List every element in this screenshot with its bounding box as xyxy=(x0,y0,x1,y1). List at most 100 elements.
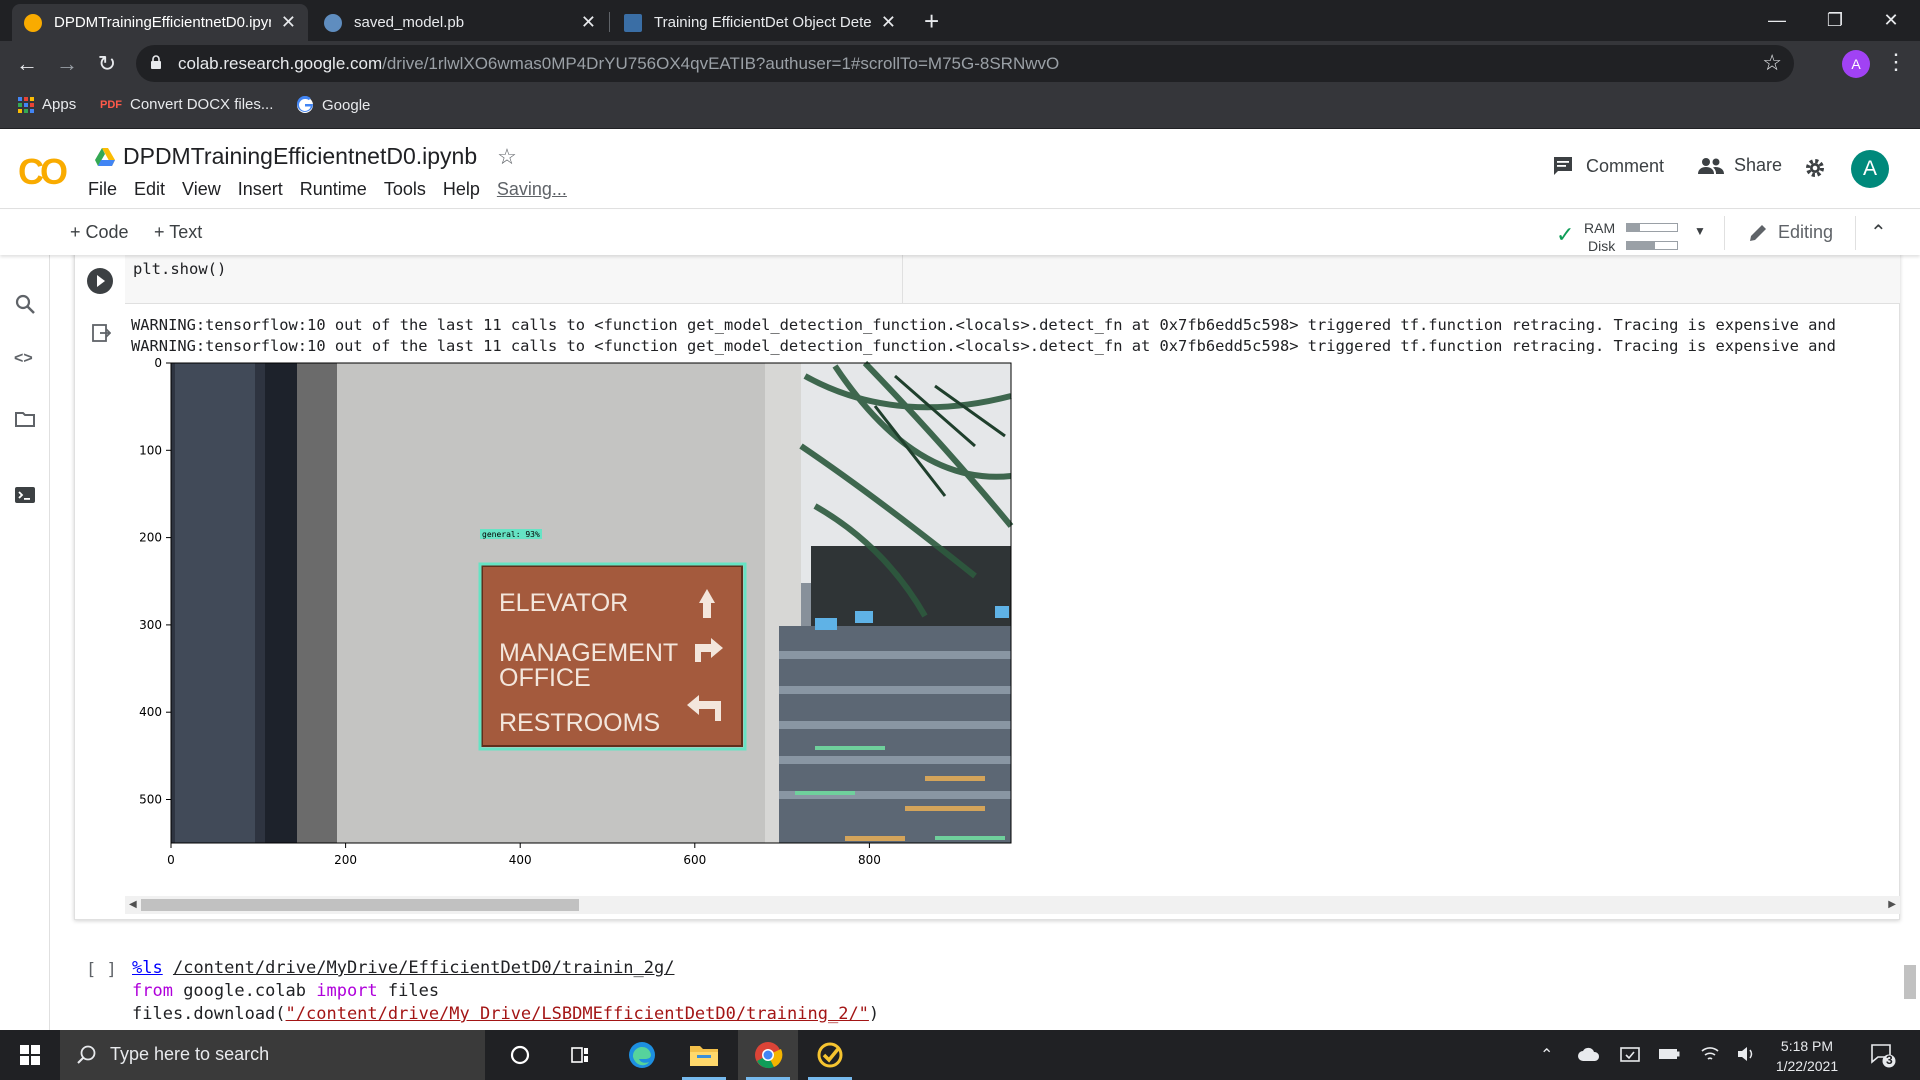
add-text-button[interactable]: + Text xyxy=(154,222,202,243)
forward-icon[interactable]: → xyxy=(52,49,82,79)
comment-icon xyxy=(1554,157,1572,175)
y-tick-label: 400 xyxy=(139,705,162,719)
y-tick-label: 100 xyxy=(139,443,162,457)
back-icon[interactable]: ← xyxy=(12,49,42,79)
toolbar-divider xyxy=(1855,216,1856,250)
notification-count: 3 xyxy=(1886,1053,1893,1067)
restore-icon[interactable]: ❐ xyxy=(1806,0,1864,40)
scroll-left-arrow-icon[interactable]: ◀ xyxy=(129,899,137,910)
bookmarks-bar: Apps PDF Convert DOCX files... Google xyxy=(0,87,1920,129)
settings-gear-icon[interactable] xyxy=(1804,157,1826,179)
bookmark-apps[interactable]: Apps xyxy=(18,96,76,113)
disk-bar xyxy=(1626,241,1678,250)
notebook-title-row: DPDMTrainingEfficientnetD0.ipynb ☆ xyxy=(95,143,517,170)
battery-icon[interactable] xyxy=(1658,1048,1680,1060)
terminal-icon[interactable] xyxy=(14,484,36,506)
profile-avatar[interactable]: A xyxy=(1842,50,1870,78)
search-icon[interactable] xyxy=(14,293,36,315)
tab-title: saved_model.pb xyxy=(354,14,465,31)
menu-help[interactable]: Help xyxy=(443,179,480,200)
ram-bar-fill xyxy=(1627,224,1640,231)
sign-text-restrooms: RESTROOMS xyxy=(499,709,660,737)
code-cell-plot[interactable]: plt.show() WARNING:tensorflow:10 out of … xyxy=(74,255,1900,920)
tab-colab-notebook[interactable]: DPDMTrainingEfficientnetD0.ipynb ✕ xyxy=(12,4,308,41)
notebook-title[interactable]: DPDMTrainingEfficientnetD0.ipynb xyxy=(123,143,477,170)
connected-check-icon: ✓ xyxy=(1556,222,1575,247)
edge-icon[interactable] xyxy=(612,1030,672,1080)
menu-file[interactable]: File xyxy=(88,179,117,200)
wifi-icon[interactable] xyxy=(1700,1045,1720,1063)
tab-strip: DPDMTrainingEfficientnetD0.ipynb ✕ saved… xyxy=(0,0,1920,41)
close-tab-icon[interactable]: ✕ xyxy=(881,12,896,33)
y-tick-label: 200 xyxy=(139,531,162,545)
tab-saved-model[interactable]: saved_model.pb ✕ xyxy=(312,4,608,41)
start-button[interactable] xyxy=(0,1030,60,1080)
menu-view[interactable]: View xyxy=(182,179,221,200)
file-explorer-icon[interactable] xyxy=(674,1030,734,1080)
volume-icon[interactable] xyxy=(1736,1045,1756,1063)
scroll-right-arrow-icon[interactable]: ▶ xyxy=(1888,899,1896,910)
colab-favicon xyxy=(24,13,42,32)
menu-insert[interactable]: Insert xyxy=(238,179,283,200)
browser-toolbar: ← → ↻ colab.research.google.com/drive/1r… xyxy=(0,41,1920,87)
address-bar[interactable]: colab.research.google.com/drive/1rlwlXO6… xyxy=(136,45,1794,82)
bookmark-google[interactable]: Google xyxy=(296,96,370,114)
minimize-icon[interactable]: — xyxy=(1748,0,1806,40)
close-tab-icon[interactable]: ✕ xyxy=(281,12,296,33)
x-axis-ticks: 0 200 400 600 800 xyxy=(167,843,881,867)
notebook-vertical-scrollbar[interactable] xyxy=(1904,965,1916,999)
clock-date: 1/22/2021 xyxy=(1775,1058,1839,1074)
code-cell-download[interactable]: [ ] %ls /content/drive/MyDrive/Efficient… xyxy=(74,940,1900,1030)
system-clock[interactable]: 5:18 PM 1/22/2021 xyxy=(1762,1036,1852,1076)
pdf-icon: PDF xyxy=(100,98,122,111)
cell-execution-count[interactable]: [ ] xyxy=(86,960,117,980)
bookmark-convert-docx[interactable]: PDF Convert DOCX files... xyxy=(100,96,273,113)
google-icon xyxy=(297,96,313,113)
show-hidden-icons-icon[interactable]: ⌃ xyxy=(1540,1045,1553,1065)
saving-status[interactable]: Saving... xyxy=(497,179,567,200)
y-axis-ticks: 0 100 200 300 400 500 xyxy=(139,356,171,807)
resource-dropdown-icon[interactable]: ▼ xyxy=(1694,224,1706,238)
close-window-icon[interactable]: ✕ xyxy=(1862,0,1920,40)
x-tick-label: 600 xyxy=(683,853,706,867)
google-drive-icon[interactable] xyxy=(95,147,115,166)
folder-icon[interactable] xyxy=(14,408,36,430)
code-line: files.download("/content/drive/My Drive/… xyxy=(132,1004,880,1024)
security-icon[interactable] xyxy=(1620,1045,1640,1065)
collapse-header-icon[interactable]: ⌃ xyxy=(1870,220,1887,245)
menu-edit[interactable]: Edit xyxy=(134,179,165,200)
scrollbar-thumb[interactable] xyxy=(141,899,579,911)
colab-logo[interactable]: CO xyxy=(18,151,68,193)
people-icon xyxy=(1698,157,1724,174)
chrome-icon[interactable] xyxy=(738,1030,798,1080)
bookmark-star-icon[interactable]: ☆ xyxy=(1762,50,1782,76)
account-avatar[interactable]: A xyxy=(1851,150,1889,188)
detection-image: ELEVATOR MANAGEMENT OFFICE RESTROOMS gen… xyxy=(171,360,1014,843)
tab-title: Training EfficientDet Object Detection xyxy=(654,14,871,31)
share-button[interactable]: Share xyxy=(1698,155,1782,176)
editing-mode-button[interactable]: Editing xyxy=(1748,222,1833,243)
reload-icon[interactable]: ↻ xyxy=(92,49,122,79)
comment-button[interactable]: Comment xyxy=(1552,155,1664,177)
close-tab-icon[interactable]: ✕ xyxy=(581,12,596,33)
taskbar-search[interactable]: Type here to search xyxy=(60,1030,485,1080)
menu-runtime[interactable]: Runtime xyxy=(300,179,367,200)
code-line: %ls /content/drive/MyDrive/EfficientDetD… xyxy=(132,958,675,978)
add-code-button[interactable]: + Code xyxy=(70,222,129,243)
onedrive-icon[interactable] xyxy=(1578,1047,1600,1061)
cortana-icon[interactable] xyxy=(490,1030,550,1080)
output-horizontal-scrollbar[interactable]: ◀ ▶ xyxy=(125,896,1900,914)
bookmark-label: Convert DOCX files... xyxy=(130,96,274,113)
task-view-icon[interactable] xyxy=(550,1030,610,1080)
menu-tools[interactable]: Tools xyxy=(384,179,426,200)
norton-icon[interactable] xyxy=(800,1030,860,1080)
tab-tds-article[interactable]: Training EfficientDet Object Detection ✕ xyxy=(612,4,908,41)
star-notebook-icon[interactable]: ☆ xyxy=(497,144,517,170)
ram-label: RAM xyxy=(1584,220,1616,236)
action-center-icon[interactable]: 3 xyxy=(1870,1042,1896,1073)
code-snippets-icon[interactable]: <> xyxy=(14,350,36,372)
new-tab-button[interactable]: + xyxy=(924,6,939,37)
share-label: Share xyxy=(1734,155,1783,175)
pencil-icon xyxy=(1750,224,1766,241)
chrome-menu-icon[interactable]: ⋮ xyxy=(1885,49,1907,75)
